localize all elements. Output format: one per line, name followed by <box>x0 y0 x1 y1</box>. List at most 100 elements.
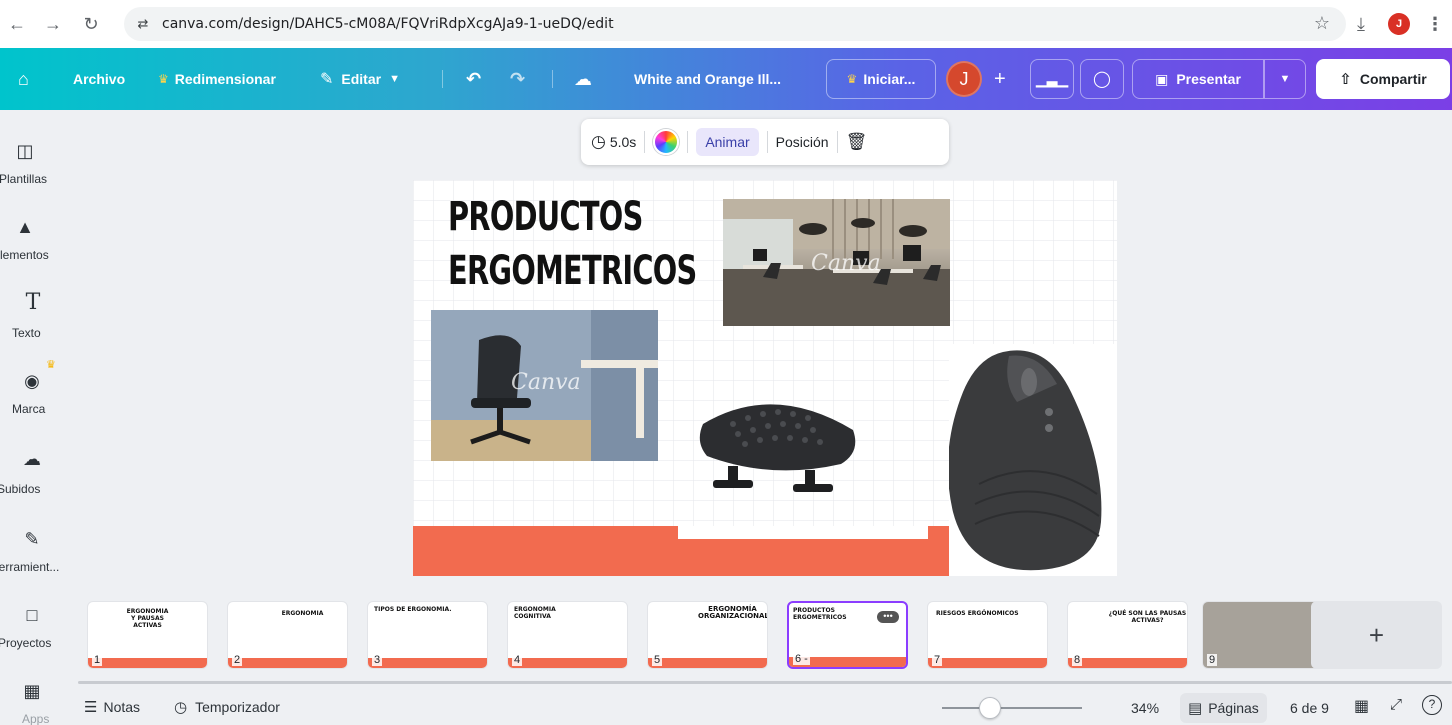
add-page-button[interactable]: + <box>1311 601 1442 669</box>
archivo-menu[interactable]: Archivo <box>73 48 125 110</box>
status-bar: ☰ Notas ◷ Temporizador 34% ▤ Páginas 6 d… <box>70 690 1452 725</box>
redimensionar-button[interactable]: ♛ Redimensionar <box>158 48 276 110</box>
page-thumbnail-5[interactable]: ERGONOMÍA ORGANIZACIONAL 5 <box>647 601 768 669</box>
back-icon[interactable]: ← <box>2 9 32 39</box>
vertical-mouse-image[interactable] <box>949 344 1117 576</box>
presentar-button[interactable]: ▣ Presentar <box>1132 59 1264 99</box>
sidebar-item-texto[interactable]: T Texto <box>0 288 70 348</box>
upload-icon: ☁ <box>23 449 41 469</box>
help-icon[interactable]: ? <box>1422 695 1442 715</box>
thumbnail-title: ERGONOMÍA ORGANIZACIONAL <box>698 605 768 620</box>
sidebar-item-label: Texto <box>12 326 41 340</box>
avatar-initial: J <box>959 68 969 89</box>
thumbnail-band <box>508 658 627 668</box>
collaborator-avatar[interactable]: J <box>946 61 982 97</box>
color-picker-icon[interactable] <box>653 129 680 155</box>
thumbnail-band <box>928 658 1047 668</box>
office-photo[interactable]: Canva <box>723 199 950 326</box>
trash-icon[interactable]: 🗑 <box>846 132 868 152</box>
office-chair-photo[interactable]: Canva <box>431 310 658 461</box>
sidebar-item-apps[interactable]: ▦ Apps <box>0 676 70 725</box>
page-thumbnail-3[interactable]: TIPOS DE ERGONOMIA. 3 <box>367 601 488 669</box>
sidebar-item-proyectos[interactable]: □ Proyectos <box>0 598 70 658</box>
slide-title-line-1[interactable]: PRODUCTOS <box>448 194 643 240</box>
animar-button[interactable]: Animar <box>696 128 759 156</box>
timer-icon: ◷ <box>174 699 188 716</box>
editar-label: Editar <box>341 71 382 87</box>
fullscreen-icon[interactable]: ⤢ <box>1390 696 1402 713</box>
profile-avatar[interactable]: J <box>1388 13 1410 35</box>
toolbar-divider <box>836 131 838 153</box>
presentar-label: Presentar <box>1176 71 1241 87</box>
notas-button[interactable]: ☰ Notas <box>84 698 140 716</box>
page-counter[interactable]: 6 de 9 <box>1290 700 1329 716</box>
insights-button[interactable]: ▁▃▁ <box>1030 59 1074 99</box>
grid-view-icon[interactable]: ▦ <box>1354 696 1369 716</box>
sidebar-item-herramientas[interactable]: ✎ Herramient... <box>0 522 70 582</box>
download-icon[interactable]: ⤓ <box>1346 9 1376 39</box>
thumbnail-title: TIPOS DE ERGONOMIA. <box>374 606 452 613</box>
thumbnail-band <box>368 658 487 668</box>
iniciar-label: Iniciar... <box>863 71 916 87</box>
sidebar-item-elementos[interactable]: ▲ Elementos <box>0 210 70 270</box>
reload-icon[interactable]: ↻ <box>76 9 106 39</box>
invite-plus-icon[interactable]: + <box>994 48 1006 110</box>
address-bar[interactable]: ⇄ canva.com/design/DAHC5-cM08A/FQVriRdpX… <box>124 7 1346 41</box>
page-thumbnail-6[interactable]: PRODUCTOS ERGOMETRICOS ••• 6 - <box>787 601 908 669</box>
footrest-image[interactable] <box>693 376 865 496</box>
browser-menu-icon[interactable]: ⋮ <box>1420 9 1450 39</box>
zoom-slider-track[interactable] <box>942 707 1082 709</box>
presentar-options-button[interactable]: ▼ <box>1264 59 1306 99</box>
pencil-icon: ✎ <box>320 71 334 88</box>
page-thumbnail-2[interactable]: ERGONOMIA 2 <box>227 601 348 669</box>
thumbnail-number: 1 <box>92 654 103 666</box>
sidebar-item-plantillas[interactable]: ◫ Plantillas <box>0 132 70 192</box>
compartir-button[interactable]: ⇧ Compartir <box>1316 59 1450 99</box>
temporizador-button[interactable]: ◷ Temporizador <box>174 698 280 716</box>
thumbnail-more-icon[interactable]: ••• <box>877 611 899 623</box>
home-icon[interactable]: ⌂ <box>18 48 29 110</box>
template-icon: ◫ <box>16 141 34 161</box>
scrollbar-thumb[interactable] <box>78 681 1452 684</box>
editor-toolbar: ⌂ Archivo ♛ Redimensionar ✎ Editar ▼ ↶ ↷… <box>0 48 1452 110</box>
forward-icon[interactable]: → <box>38 9 68 39</box>
posicion-button[interactable]: Posición <box>776 134 829 150</box>
brand-icon: ◉ <box>24 371 40 391</box>
document-title[interactable]: White and Orange Ill... <box>634 48 781 110</box>
page-thumbnail-8[interactable]: ¿QUÉ SON LAS PAUSAS ACTIVAS? 8 <box>1067 601 1188 669</box>
slide-canvas[interactable]: PRODUCTOS ERGOMETRICOS Canva Canva <box>413 180 1117 576</box>
thumbnail-scrollbar[interactable] <box>78 679 1452 685</box>
thumbnail-number: 3 <box>372 654 383 666</box>
cloud-saved-icon[interactable]: ☁ <box>574 48 592 110</box>
zoom-value[interactable]: 34% <box>1131 700 1159 716</box>
comments-button[interactable]: ◯ <box>1080 59 1124 99</box>
bookmark-star-icon[interactable]: ☆ <box>1314 13 1330 34</box>
undo-icon[interactable]: ↶ <box>466 48 481 110</box>
temporizador-label: Temporizador <box>195 699 280 715</box>
toolbar-divider <box>644 131 646 153</box>
page-thumbnail-7[interactable]: RIESGOS ERGÓNOMICOS 7 <box>927 601 1048 669</box>
thumbnail-number: 6 - <box>793 653 810 665</box>
elements-icon: ▲ <box>16 217 34 237</box>
sidebar-item-marca[interactable]: ♛ ◉ Marca <box>0 358 70 424</box>
sidebar-item-label: Subidos <box>0 482 41 496</box>
pages-icon: ▤ <box>1188 700 1203 717</box>
page-thumbnail-9[interactable]: 9 <box>1202 601 1323 669</box>
redo-icon[interactable]: ↷ <box>510 48 525 110</box>
page-thumbnail-4[interactable]: ERGONOMIA COGNITIVA 4 <box>507 601 628 669</box>
iniciar-button[interactable]: ♛ Iniciar... <box>826 59 936 99</box>
site-settings-icon[interactable]: ⇄ <box>130 11 156 37</box>
toolbar-divider <box>442 70 443 88</box>
duration-button[interactable]: ◷ 5.0s <box>591 132 636 152</box>
sidebar-item-subidos[interactable]: ☁ Subidos <box>0 444 70 504</box>
url-text[interactable]: canva.com/design/DAHC5-cM08A/FQVriRdpXcg… <box>162 16 614 32</box>
slide-title-line-2[interactable]: ERGOMETRICOS <box>448 248 697 294</box>
folder-icon: □ <box>26 605 38 625</box>
zoom-slider-handle[interactable] <box>978 697 1001 719</box>
present-icon: ▣ <box>1155 70 1169 87</box>
thumbnail-title: ¿QUÉ SON LAS PAUSAS ACTIVAS? <box>1108 610 1187 624</box>
thumbnail-title: ERGONOMIA COGNITIVA <box>514 606 556 620</box>
paginas-button[interactable]: ▤ Páginas <box>1180 693 1267 723</box>
page-thumbnail-1[interactable]: ERGONOMIA Y PAUSAS ACTIVAS 1 <box>87 601 208 669</box>
editar-menu[interactable]: ✎ Editar ▼ <box>320 48 400 110</box>
